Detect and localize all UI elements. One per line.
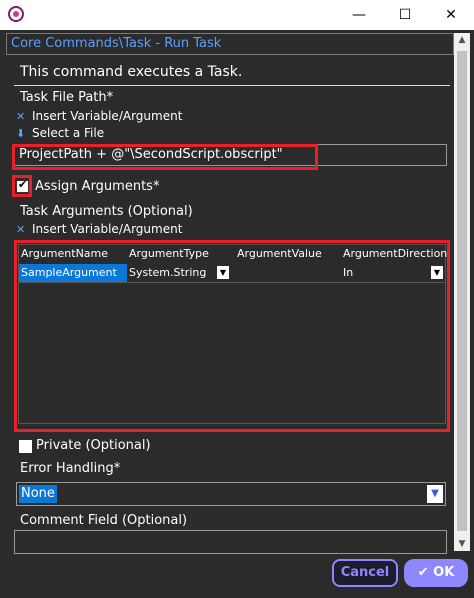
error-handling-select[interactable]: None ▼ bbox=[16, 482, 446, 506]
insert-variable-link[interactable]: ✕ Insert Variable/Argument bbox=[16, 109, 182, 123]
insert-variable-icon: ✕ bbox=[16, 223, 26, 236]
scrollbar-thumb[interactable] bbox=[457, 51, 467, 531]
description-divider bbox=[14, 85, 450, 86]
cancel-button[interactable]: Cancel bbox=[332, 559, 398, 587]
path-highlight-box bbox=[12, 144, 318, 170]
comment-field-label: Comment Field (Optional) bbox=[20, 513, 188, 528]
insert-variable-args-link[interactable]: ✕ Insert Variable/Argument bbox=[16, 222, 182, 236]
grid-highlight-box bbox=[14, 240, 450, 432]
chevron-down-icon[interactable]: ▼ bbox=[427, 485, 443, 503]
error-handling-label: Error Handling* bbox=[20, 461, 121, 476]
insert-variable-icon: ✕ bbox=[16, 110, 26, 123]
command-selector-value: Core Commands\Task - Run Task bbox=[11, 36, 222, 51]
button-bar bbox=[0, 554, 474, 598]
checkbox-highlight-box bbox=[12, 175, 32, 197]
command-description: This command executes a Task. bbox=[20, 64, 243, 80]
close-button[interactable]: ✕ bbox=[428, 0, 474, 30]
assign-arguments-label: Assign Arguments* bbox=[35, 179, 160, 194]
task-arguments-label: Task Arguments (Optional) bbox=[20, 204, 193, 219]
download-file-icon: ⬇ bbox=[16, 127, 26, 140]
select-file-link[interactable]: ⬇ Select a File bbox=[16, 126, 104, 140]
ok-button[interactable]: ✔ OK bbox=[404, 559, 468, 587]
error-handling-value: None bbox=[19, 485, 57, 503]
minimize-button[interactable]: — bbox=[336, 0, 382, 30]
maximize-button[interactable]: ☐ bbox=[382, 0, 428, 30]
scroll-up-icon[interactable]: ▲ bbox=[454, 35, 470, 45]
task-file-path-label: Task File Path* bbox=[20, 90, 114, 105]
app-logo-icon bbox=[8, 6, 24, 22]
private-checkbox[interactable] bbox=[19, 440, 32, 453]
title-bar: — ☐ ✕ bbox=[0, 0, 474, 30]
command-selector[interactable]: Core Commands\Task - Run Task bbox=[6, 33, 454, 55]
scroll-down-icon[interactable]: ▼ bbox=[454, 539, 470, 549]
comment-field-input[interactable] bbox=[14, 530, 447, 554]
vertical-scrollbar[interactable]: ▲ ▼ bbox=[454, 33, 470, 551]
private-label: Private (Optional) bbox=[36, 438, 151, 453]
